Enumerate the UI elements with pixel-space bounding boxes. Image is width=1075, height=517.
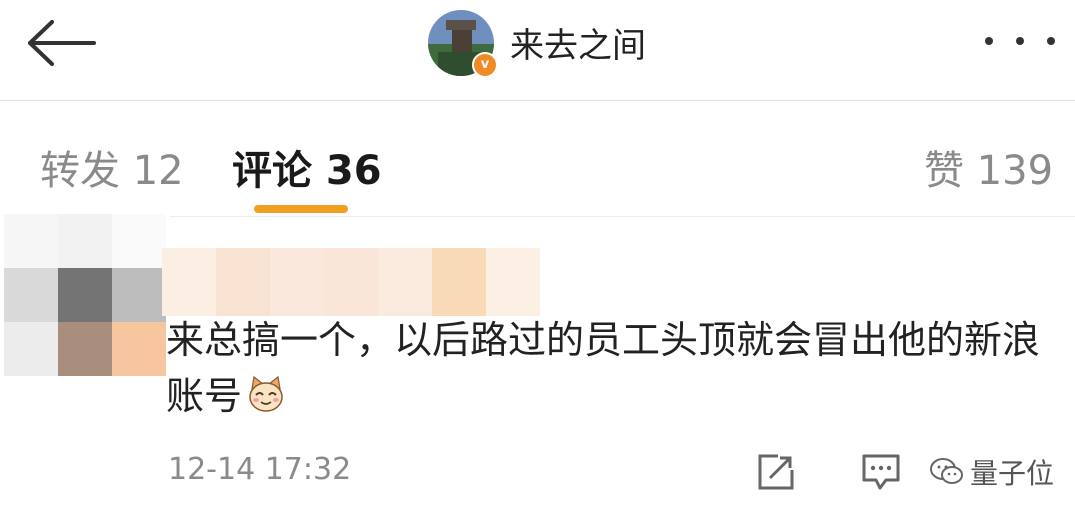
comment-timestamp: 12-14 17:32	[168, 452, 352, 487]
watermark: 量子位	[930, 452, 1054, 492]
cat-face-emoji-icon	[249, 375, 283, 412]
divider	[170, 216, 1075, 217]
commenter-avatar[interactable]	[4, 214, 166, 376]
tab-likes[interactable]: 赞 139	[924, 138, 1053, 196]
back-arrow-icon[interactable]	[22, 18, 98, 68]
comment-body: 来总搞一个，以后路过的员工头顶就会冒出他的新浪账号	[166, 318, 1041, 418]
tab-comments[interactable]: 评论 36	[232, 138, 382, 196]
active-tab-indicator	[254, 205, 348, 213]
top-bar: v 来去之间	[0, 0, 1075, 101]
comment-reply-icon[interactable]	[860, 452, 902, 492]
watermark-text: 量子位	[970, 457, 1055, 490]
share-external-icon[interactable]	[756, 452, 796, 492]
verified-badge-icon: v	[472, 52, 498, 78]
commenter-name-blurred[interactable]	[162, 248, 540, 316]
tab-repost[interactable]: 转发 12	[40, 138, 184, 196]
more-options-icon[interactable]	[985, 26, 1055, 56]
comment-text: 来总搞一个，以后路过的员工头顶就会冒出他的新浪账号	[166, 312, 1046, 424]
wechat-icon	[930, 458, 963, 484]
author-name[interactable]: 来去之间	[510, 18, 646, 67]
